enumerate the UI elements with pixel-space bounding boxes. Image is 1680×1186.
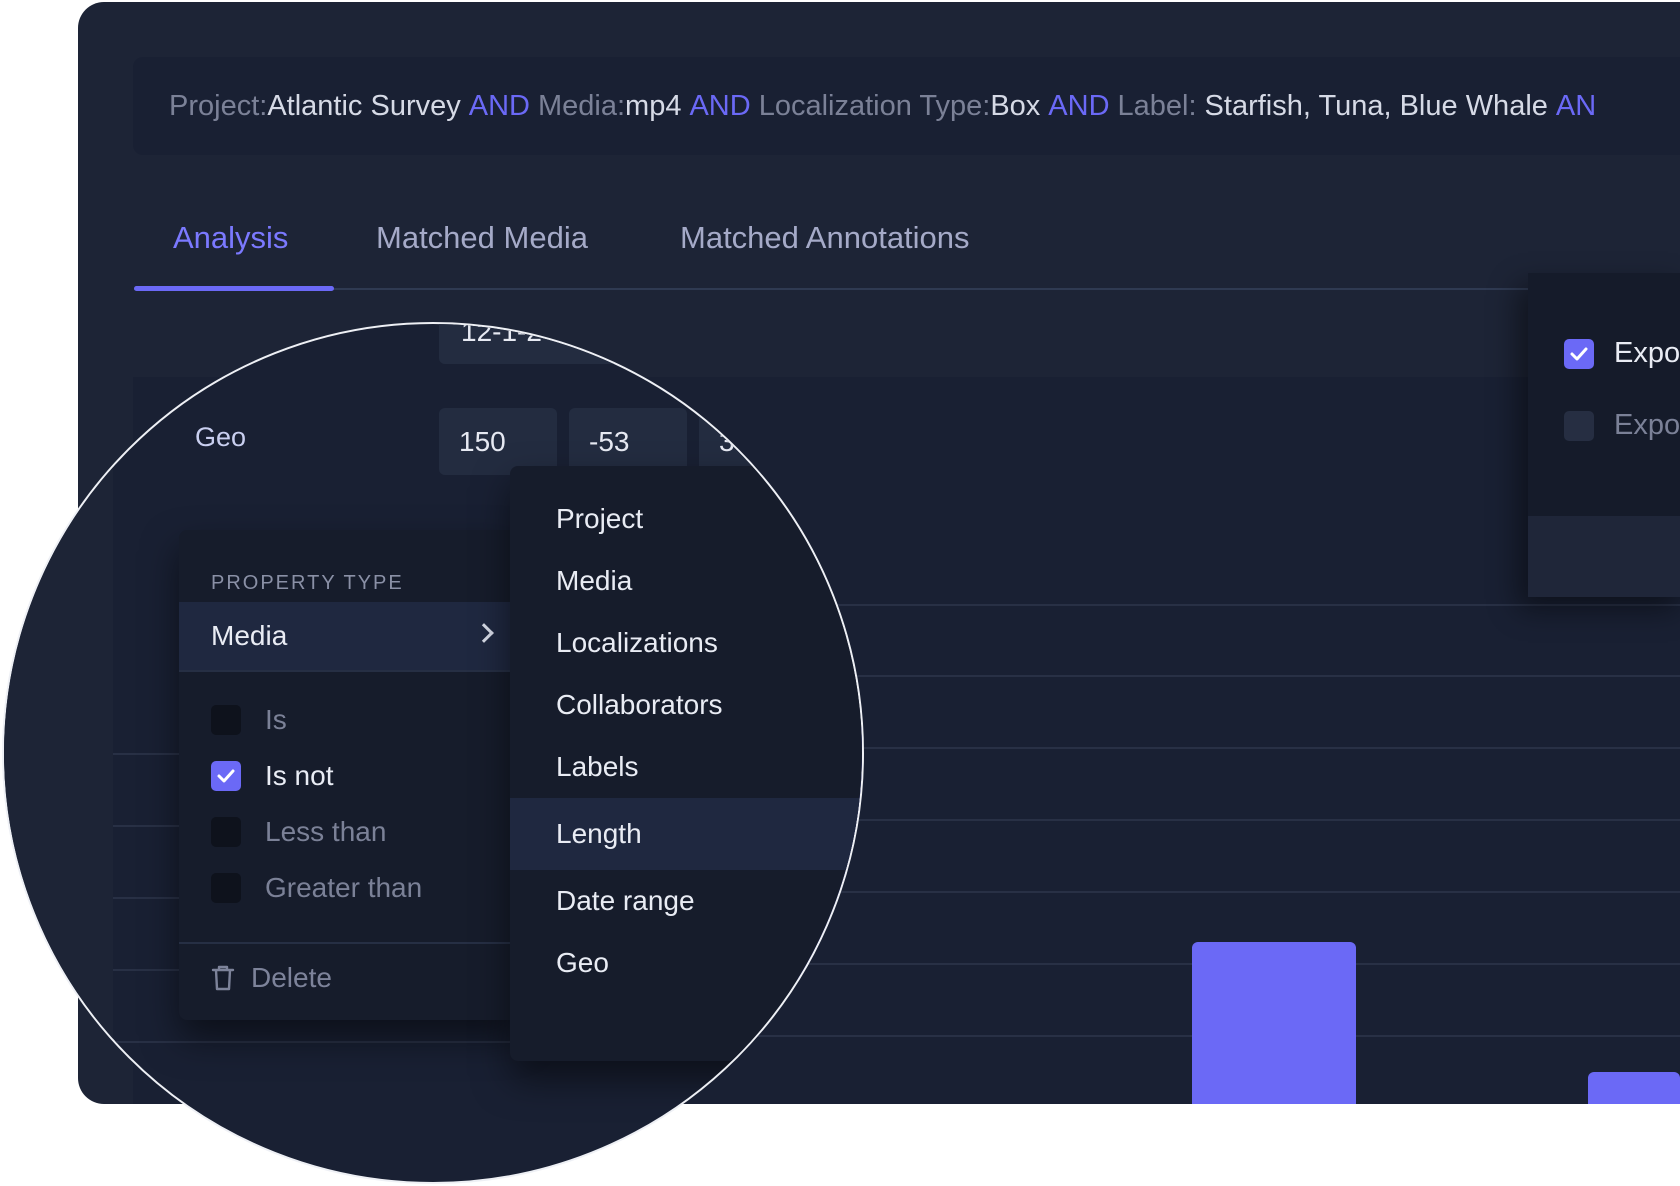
- chart-bar: [1588, 1072, 1680, 1104]
- export-option-1[interactable]: Expo: [1564, 337, 1680, 370]
- query-and: AND: [468, 89, 530, 122]
- geo-input-value: 3: [719, 425, 735, 457]
- checkbox-unchecked[interactable]: [211, 817, 241, 847]
- delete-label: Delete: [251, 962, 332, 993]
- query-and: AND: [689, 89, 751, 122]
- geo-input-value: 150: [459, 425, 506, 457]
- field-item-length[interactable]: Length: [510, 798, 862, 870]
- query-key-project: Project:: [169, 89, 268, 122]
- field-item-collaborators[interactable]: Collaborators: [510, 674, 862, 736]
- field-item-geo[interactable]: Geo: [510, 932, 862, 994]
- query-value-project: Atlantic Survey: [267, 89, 461, 122]
- checkbox-unchecked[interactable]: [211, 705, 241, 735]
- query-key-label: Label:: [1117, 89, 1197, 122]
- tab-matched-annotations[interactable]: Matched Annotations: [680, 220, 970, 256]
- condition-label: Greater than: [265, 872, 423, 903]
- geo-input-value: -53: [589, 425, 630, 457]
- condition-label: Is: [265, 704, 287, 735]
- field-item-label: Media: [556, 565, 633, 596]
- geo-input-longitude[interactable]: -53: [569, 408, 687, 475]
- field-item-labels[interactable]: Labels: [510, 736, 862, 798]
- active-tab-indicator: [134, 286, 334, 291]
- field-item-label: Date range: [556, 885, 695, 916]
- query-bar[interactable]: Project: Atlantic Survey AND Media: mp4 …: [133, 57, 1680, 155]
- tab-analysis[interactable]: Analysis: [173, 220, 288, 256]
- check-icon: [1570, 347, 1588, 360]
- chart-bar: [1192, 942, 1356, 1104]
- property-type-menu: PROPERTY TYPE Media Is Is not Less than …: [179, 530, 519, 1020]
- geo-filter-label: Geo: [195, 422, 247, 452]
- export-panel-footer: [1528, 516, 1680, 597]
- field-item-project[interactable]: Project: [510, 488, 862, 550]
- field-item-label: Labels: [556, 751, 639, 782]
- magnifier-lens: 12-1-2 Geo 150 -53 3 PROPERTY TYPE Media…: [2, 322, 864, 1184]
- geo-input-latitude[interactable]: 150: [439, 408, 557, 475]
- date-input[interactable]: 12-1-2: [439, 322, 629, 364]
- field-menu: Project Media Localizations Collaborator…: [510, 466, 862, 1061]
- export-option-label: Expo: [1614, 337, 1680, 369]
- field-item-media[interactable]: Media: [510, 550, 862, 612]
- field-item-label: Project: [556, 503, 644, 534]
- tab-matched-media[interactable]: Matched Media: [376, 220, 588, 256]
- query-value-label: Starfish, Tuna, Blue Whale: [1204, 89, 1548, 122]
- checkbox-checked[interactable]: [211, 761, 241, 791]
- check-icon: [217, 769, 235, 783]
- condition-label: Is not: [265, 760, 334, 791]
- field-item-label: Localizations: [556, 627, 718, 658]
- condition-is[interactable]: Is: [211, 704, 287, 736]
- geo-input-radius[interactable]: 3: [699, 408, 817, 475]
- trash-icon: [211, 965, 235, 991]
- property-type-title: PROPERTY TYPE: [211, 572, 404, 594]
- chevron-right-icon: [474, 623, 494, 643]
- property-type-selected-label: Media: [211, 620, 288, 651]
- property-type-selected[interactable]: Media: [179, 602, 519, 672]
- field-item-label: Length: [556, 818, 642, 849]
- condition-less-than[interactable]: Less than: [211, 816, 386, 848]
- delete-button[interactable]: Delete: [211, 962, 332, 994]
- condition-label: Less than: [265, 816, 387, 847]
- field-item-label: Geo: [556, 947, 609, 978]
- menu-divider: [179, 942, 519, 944]
- export-option-2[interactable]: Expo: [1564, 409, 1680, 442]
- screenshot-stage: Project: Atlantic Survey AND Media: mp4 …: [0, 0, 1680, 1186]
- checkbox-unchecked[interactable]: [1564, 410, 1594, 441]
- tab-bar: Analysis Matched Media Matched Annotatio…: [134, 202, 1680, 291]
- query-key-localization-type: Localization Type:: [758, 89, 991, 122]
- checkbox-unchecked[interactable]: [211, 873, 241, 903]
- checkbox-checked[interactable]: [1564, 338, 1594, 369]
- field-item-date-range[interactable]: Date range: [510, 870, 862, 932]
- magnified-content: 12-1-2 Geo 150 -53 3 PROPERTY TYPE Media…: [4, 322, 862, 1182]
- condition-greater-than[interactable]: Greater than: [211, 872, 422, 904]
- query-and: AND: [1048, 89, 1110, 122]
- export-options-panel: Expo Expo: [1528, 273, 1680, 597]
- query-value-localization-type: Box: [990, 89, 1041, 122]
- query-and: AN: [1555, 89, 1597, 122]
- date-input-value: 12-1-2: [461, 322, 542, 347]
- export-option-label: Expo: [1614, 409, 1680, 441]
- query-value-media: mp4: [625, 89, 682, 122]
- field-item-label: Collaborators: [556, 689, 723, 720]
- query-key-media: Media:: [537, 89, 626, 122]
- condition-is-not[interactable]: Is not: [211, 760, 333, 792]
- field-item-localizations[interactable]: Localizations: [510, 612, 862, 674]
